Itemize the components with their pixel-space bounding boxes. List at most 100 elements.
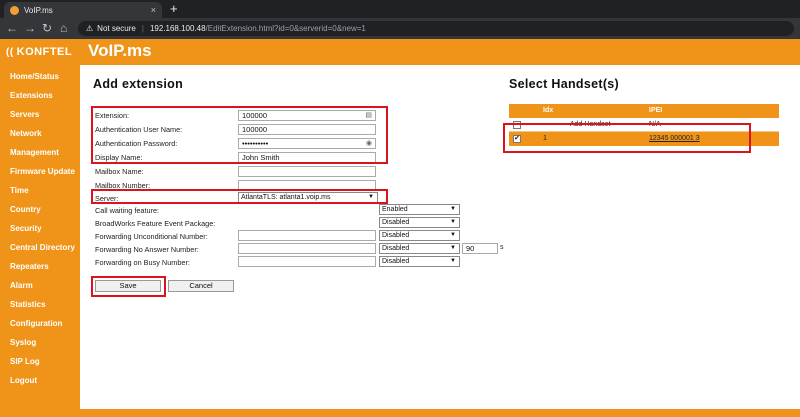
fwd-no-answer-select[interactable]: Disabled ▼ [379, 243, 460, 254]
fwd-unconditional-select[interactable]: Disabled ▼ [379, 230, 460, 241]
seconds-unit-label: s [500, 244, 504, 251]
handset-checkbox[interactable]: ✔ [513, 135, 521, 143]
sidebar: Home/Status Extensions Servers Network M… [0, 65, 80, 409]
sidebar-item-syslog[interactable]: Syslog [10, 338, 36, 347]
sidebar-item-management[interactable]: Management [10, 148, 59, 157]
auth-user-value: 100000 [242, 125, 268, 134]
display-name-value: John Smith [242, 153, 280, 162]
fwd-no-answer-label: Forwarding No Answer Number: [95, 245, 199, 254]
server-select[interactable]: AtlantaTLS: atlanta1.voip.ms ▼ [238, 192, 378, 203]
fwd-unconditional-label: Forwarding Unconditional Number: [95, 232, 208, 241]
browser-tab[interactable]: VoIP.ms × [4, 2, 162, 18]
select-handsets-heading: Select Handset(s) [509, 77, 619, 91]
add-extension-heading: Add extension [93, 77, 184, 91]
warning-icon: ⚠ [86, 24, 94, 33]
fwd-no-answer-seconds-input[interactable]: 90 [462, 243, 498, 254]
add-handset-label: Add Handset [570, 121, 611, 128]
key-icon[interactable]: ◉ [366, 139, 372, 148]
server-value: AtlantaTLS: atlanta1.voip.ms [241, 194, 331, 201]
dropdown-arrow-icon: ▼ [450, 206, 456, 212]
fwd-busy-label: Forwarding on Busy Number: [95, 258, 190, 267]
add-handset-checkbox[interactable] [513, 121, 521, 129]
column-header-idx: Idx [543, 107, 554, 114]
konftel-logo: (( KONFTEL [6, 46, 72, 58]
sidebar-item-alarm[interactable]: Alarm [10, 281, 33, 290]
back-arrow-icon[interactable]: ← [6, 21, 18, 35]
sidebar-item-statistics[interactable]: Statistics [10, 300, 46, 309]
extension-value: 100000 [242, 111, 268, 120]
extension-input[interactable]: 100000 ▤ [238, 110, 376, 121]
broadworks-label: BroadWorks Feature Event Package: [95, 219, 216, 228]
fwd-no-answer-select-value: Disabled [382, 245, 410, 252]
display-name-input[interactable]: John Smith [238, 152, 376, 163]
browser-tabbar: VoIP.ms × + [0, 0, 800, 18]
sidebar-item-repeaters[interactable]: Repeaters [10, 262, 49, 271]
broadworks-value: Disabled [382, 219, 410, 226]
url-host: 192.168.100.48 [149, 24, 206, 33]
fwd-busy-input[interactable] [238, 256, 376, 267]
broadworks-select[interactable]: Disabled ▼ [379, 217, 460, 228]
url-path: /EditExtension.html?id=0&serverid=0&new=… [205, 24, 366, 33]
home-icon[interactable]: ⌂ [60, 21, 67, 35]
contact-card-icon[interactable]: ▤ [365, 111, 372, 120]
footer-bar [0, 409, 800, 417]
reload-icon[interactable]: ↻ [42, 21, 52, 35]
auth-password-value: •••••••••• [242, 139, 269, 148]
close-tab-icon[interactable]: × [151, 5, 156, 15]
not-secure-label: Not secure [97, 24, 136, 33]
save-button[interactable]: Save [95, 280, 161, 292]
sidebar-item-logout[interactable]: Logout [10, 376, 37, 385]
sidebar-item-security[interactable]: Security [10, 224, 42, 233]
favicon-icon [10, 5, 19, 15]
sidebar-item-central-directory[interactable]: Central Directory [10, 243, 75, 252]
app-header: (( KONFTEL VoIP.ms [0, 39, 800, 65]
sidebar-item-time[interactable]: Time [10, 186, 29, 195]
auth-password-input[interactable]: •••••••••• ◉ [238, 138, 376, 149]
handset-table-header: Idx IPEI [509, 104, 779, 118]
sidebar-item-firmware-update[interactable]: Firmware Update [10, 167, 75, 176]
dropdown-arrow-icon: ▼ [368, 194, 374, 200]
handset-ipei-link[interactable]: 12345 000001 3 [649, 135, 700, 142]
sidebar-item-configuration[interactable]: Configuration [10, 319, 62, 328]
fwd-unconditional-select-value: Disabled [382, 232, 410, 239]
handset-idx: 1 [543, 135, 547, 142]
fwd-busy-select[interactable]: Disabled ▼ [379, 256, 460, 267]
fwd-busy-select-value: Disabled [382, 258, 410, 265]
server-label: Server: [95, 194, 119, 203]
sidebar-item-servers[interactable]: Servers [10, 110, 39, 119]
cancel-button[interactable]: Cancel [168, 280, 234, 292]
new-tab-button[interactable]: + [170, 2, 178, 16]
browser-toolbar: ← → ↻ ⌂ ⚠ Not secure | 192.168.100.48 /E… [0, 18, 800, 39]
dropdown-arrow-icon: ▼ [450, 258, 456, 264]
auth-user-input[interactable]: 100000 [238, 124, 376, 135]
dropdown-arrow-icon: ▼ [450, 219, 456, 225]
add-handset-ipei: N/A [649, 121, 661, 128]
sidebar-item-network[interactable]: Network [10, 129, 42, 138]
fwd-no-answer-seconds-value: 90 [466, 244, 475, 253]
add-handset-row[interactable]: Add Handset N/A [509, 118, 779, 132]
sidebar-item-country[interactable]: Country [10, 205, 41, 214]
mailbox-number-label: Mailbox Number: [95, 181, 151, 190]
fwd-no-answer-input[interactable] [238, 243, 376, 254]
address-bar[interactable]: ⚠ Not secure | 192.168.100.48 /EditExten… [78, 21, 794, 36]
auth-user-label: Authentication User Name: [95, 125, 183, 134]
mailbox-name-label: Mailbox Name: [95, 167, 144, 176]
mailbox-name-input[interactable] [238, 166, 376, 177]
table-row[interactable]: ✔ 1 12345 000001 3 [509, 132, 779, 146]
fwd-unconditional-input[interactable] [238, 230, 376, 241]
call-waiting-label: Call waiting feature: [95, 206, 160, 215]
dropdown-arrow-icon: ▼ [450, 245, 456, 251]
url-separator: | [141, 24, 144, 33]
sidebar-item-extensions[interactable]: Extensions [10, 91, 53, 100]
sidebar-item-sip-log[interactable]: SIP Log [10, 357, 40, 366]
mailbox-number-input[interactable] [238, 180, 376, 191]
page-title: VoIP.ms [88, 41, 152, 60]
forward-arrow-icon[interactable]: → [24, 21, 36, 35]
logo-text: KONFTEL [16, 46, 73, 58]
auth-password-label: Authentication Password: [95, 139, 178, 148]
tab-title: VoIP.ms [24, 5, 53, 15]
sidebar-item-home-status[interactable]: Home/Status [10, 72, 59, 81]
call-waiting-select[interactable]: Enabled ▼ [379, 204, 460, 215]
logo-waves-icon: (( [6, 46, 14, 58]
dropdown-arrow-icon: ▼ [450, 232, 456, 238]
